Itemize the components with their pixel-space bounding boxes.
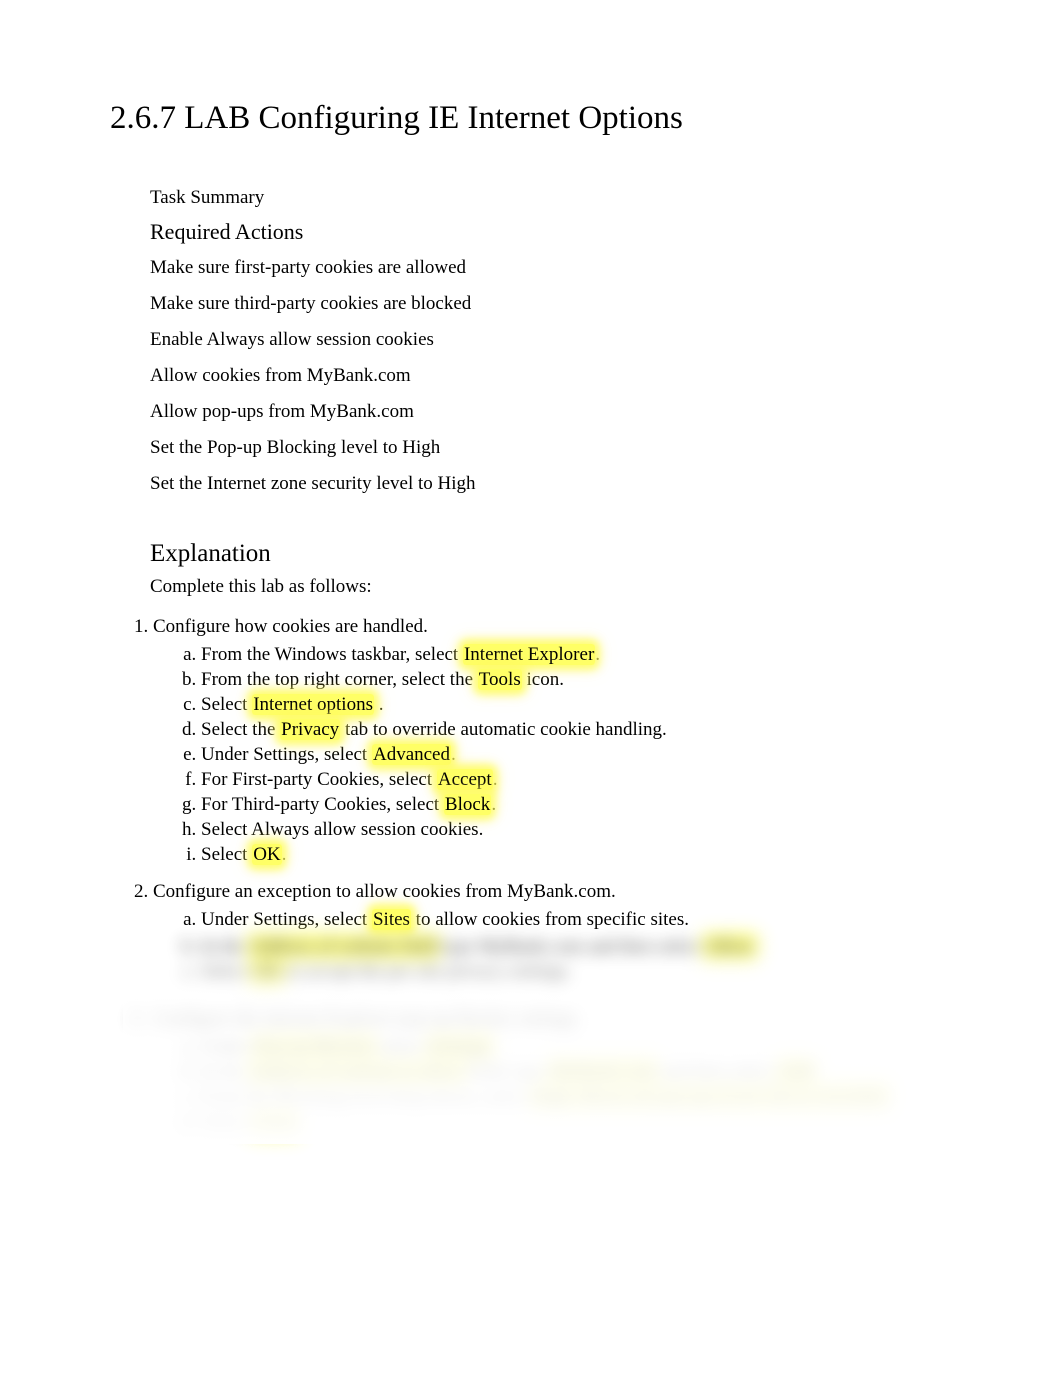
step-1: Configure how cookies are handled. From …	[153, 616, 952, 866]
action-item: Allow cookies from MyBank.com	[150, 365, 952, 387]
highlight: Allow	[705, 937, 755, 958]
highlight: Sites	[372, 909, 411, 930]
substep: For First-party Cookies, select Accept.	[201, 769, 952, 791]
explanation-intro: Complete this lab as follows:	[150, 576, 952, 598]
substep: For Third-party Cookies, select Block.	[201, 794, 952, 816]
document-page: 2.6.7 LAB Configuring IE Internet Option…	[0, 0, 1062, 1209]
blurred-content: In the Address of website field type MyB…	[153, 937, 952, 1134]
highlight: Block	[444, 794, 491, 815]
explanation-block: Explanation Complete this lab as follows…	[150, 540, 952, 598]
highlight: High: Block all pop-ups (Ctrl+Alt to ove…	[532, 1087, 887, 1108]
task-summary-block: Task Summary Required Actions Make sure …	[150, 187, 952, 495]
task-summary-heading: Task Summary	[150, 187, 952, 209]
highlight: Pop-up Blocker	[253, 1037, 375, 1058]
steps-list: Configure how cookies are handled. From …	[135, 616, 952, 1134]
action-item: Allow pop-ups from MyBank.com	[150, 401, 952, 423]
substep: Under Settings, select Sites to allow co…	[201, 909, 952, 931]
highlight: Advanced	[372, 744, 451, 765]
highlight: Tools	[478, 669, 522, 690]
substep-blurred: Select Close	[201, 1112, 952, 1134]
action-item: Enable Always allow session cookies	[150, 329, 952, 351]
highlight: Address of website to allow	[250, 1062, 464, 1083]
substep-blurred: From the Blocking level drop-down, selec…	[201, 1087, 952, 1109]
step-title: Configure how cookies are handled.	[153, 616, 428, 637]
highlight: Privacy	[280, 719, 340, 740]
action-item: Make sure first-party cookies are allowe…	[150, 257, 952, 279]
action-item: Set the Internet zone security level to …	[150, 473, 952, 495]
substeps-list: Under Settings, select Sites to allow co…	[183, 909, 952, 931]
highlight: OK	[252, 962, 281, 983]
substep-blurred: In the Address of website to allow field…	[201, 1062, 952, 1084]
highlight: Internet options	[252, 694, 374, 715]
highlight: OK	[252, 844, 281, 865]
highlight: Settings	[428, 1037, 491, 1058]
substeps-blurred: Under Pop-up Blocker select Settings In …	[183, 1037, 952, 1134]
step-3-blurred: 3. Configure the internet Explorer pop-u…	[153, 1009, 952, 1134]
substep: From the Windows taskbar, select Interne…	[201, 644, 952, 666]
substeps-list: From the Windows taskbar, select Interne…	[183, 644, 952, 866]
step-title-blurred: 3. Configure the internet Explorer pop-u…	[130, 1009, 952, 1031]
step-2: Configure an exception to allow cookies …	[153, 881, 952, 1134]
substep: Select Always allow session cookies.	[201, 819, 952, 841]
substep-blurred: Under Pop-up Blocker select Settings	[201, 1037, 952, 1059]
page-title: 2.6.7 LAB Configuring IE Internet Option…	[110, 100, 952, 137]
step-title: Configure an exception to allow cookies …	[153, 881, 616, 902]
highlight: Close	[252, 1112, 297, 1133]
highlight: Add	[779, 1062, 814, 1083]
explanation-heading: Explanation	[150, 540, 952, 568]
substep: Under Settings, select Advanced.	[201, 744, 952, 766]
action-item: Set the Pop-up Blocking level to High	[150, 437, 952, 459]
highlight: Accept	[437, 769, 493, 790]
blurred-region: In the Address of website field type MyB…	[153, 937, 952, 1134]
highlight: MyBank.com	[550, 1062, 656, 1083]
substeps-blurred: In the Address of website field type MyB…	[183, 937, 952, 984]
substep: Select OK.	[201, 844, 952, 866]
substep: Select Internet options .	[201, 694, 952, 716]
substep: Select the Privacy tab to override autom…	[201, 719, 952, 741]
action-item: Make sure third-party cookies are blocke…	[150, 293, 952, 315]
substep-blurred: In the Address of website field type MyB…	[201, 937, 952, 959]
required-actions-heading: Required Actions	[150, 219, 952, 245]
highlight: Address of website field	[250, 937, 437, 958]
substep: From the top right corner, select the To…	[201, 669, 952, 691]
highlight: Internet Explorer	[463, 644, 595, 665]
substep-blurred: Select OK to accept the per site privacy…	[201, 962, 952, 984]
